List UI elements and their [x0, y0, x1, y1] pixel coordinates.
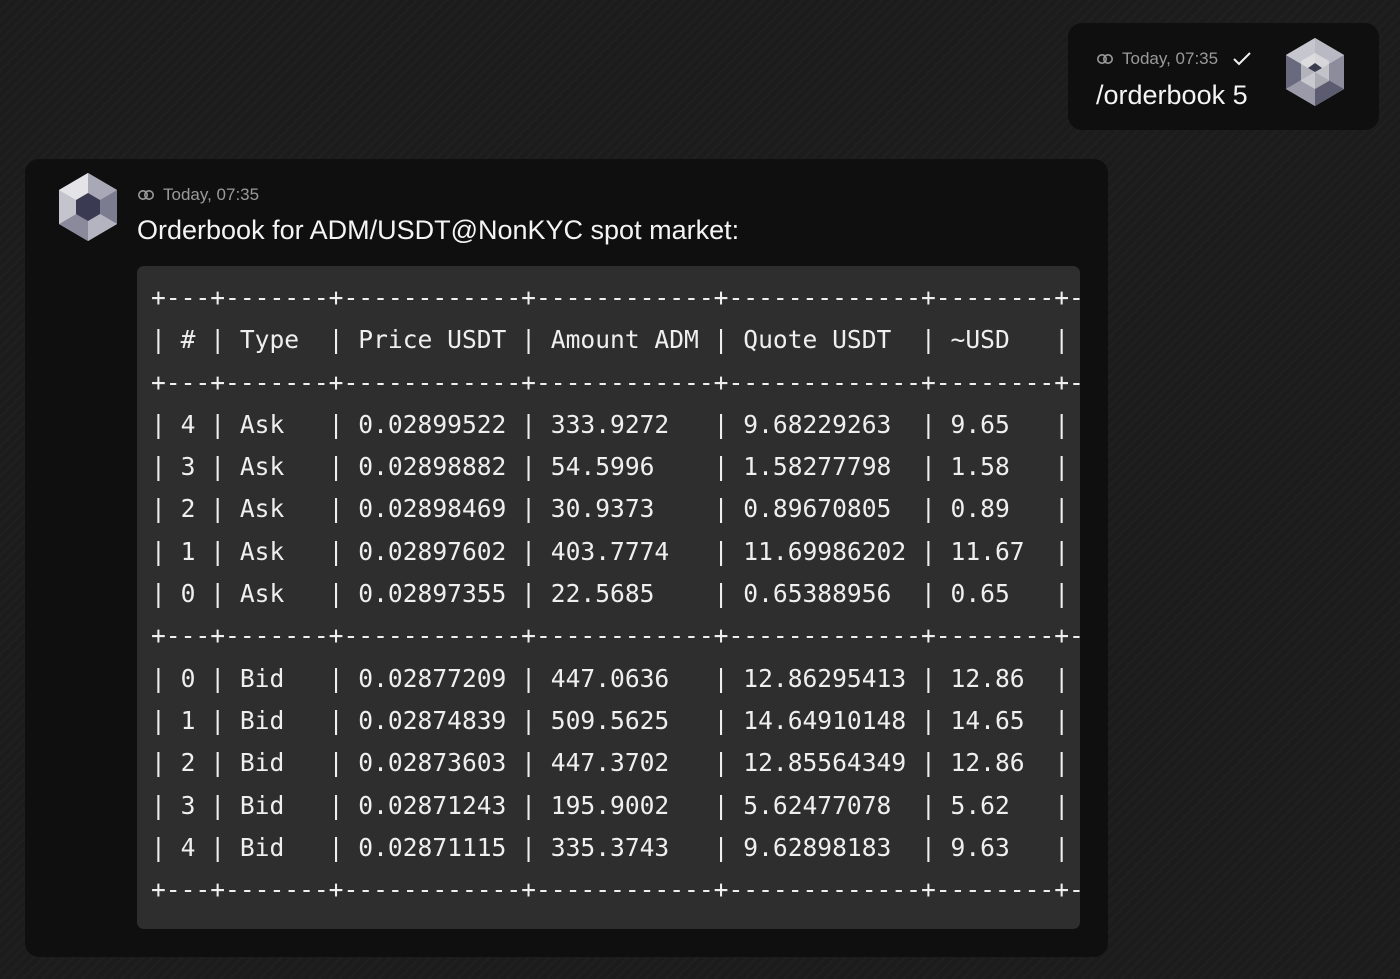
outgoing-message-meta: Today, 07:35 [1096, 49, 1252, 69]
table-separator: +---+-------+------------+------------+-… [151, 283, 1080, 312]
incoming-message-bubble[interactable]: Today, 07:35 Orderbook for ADM/USDT@NonK… [25, 159, 1108, 957]
table-separator: +---+-------+------------+------------+-… [151, 875, 1080, 905]
orderbook-code-block[interactable]: +---+-------+------------+------------+-… [137, 266, 1080, 929]
table-row-bid: | 1 | Bid | 0.02874839 | 509.5625 | 14.6… [151, 705, 1080, 735]
incoming-timestamp: Today, 07:35 [163, 185, 260, 204]
table-row-bid: | 4 | Bid | 0.02871115 | 335.3743 | 9.62… [151, 832, 1080, 862]
table-separator: +---+-------+------------+------------+-… [151, 367, 1080, 397]
table-row-ask: | 1 | Ask | 0.02897602 | 403.7774 | 11.6… [151, 536, 1080, 566]
outgoing-message-bubble[interactable]: Today, 07:35 /orderbook 5 [1068, 23, 1379, 130]
table-row-ask: | 0 | Ask | 0.02897355 | 22.5685 | 0.653… [151, 579, 1080, 609]
table-row-ask: | 2 | Ask | 0.02898469 | 30.9373 | 0.896… [151, 494, 1080, 524]
table-row-ask: | 3 | Ask | 0.02898882 | 54.5996 | 1.582… [151, 452, 1080, 482]
link-icon [138, 190, 154, 200]
table-row-bid: | 2 | Bid | 0.02873603 | 447.3702 | 12.8… [151, 748, 1080, 778]
incoming-message-meta: Today, 07:35 [137, 185, 259, 205]
table-header: | # | Type | Price USDT | Amount ADM | Q… [151, 325, 1080, 355]
table-row-bid: | 3 | Bid | 0.02871243 | 195.9002 | 5.62… [151, 790, 1080, 820]
orderbook-table: +---+-------+------------+------------+-… [151, 277, 1080, 911]
link-icon [1097, 54, 1113, 64]
check-icon [1233, 52, 1251, 66]
outgoing-message-text: /orderbook 5 [1096, 80, 1248, 110]
avatar-hexagon-icon[interactable] [54, 172, 122, 242]
table-row-bid: | 0 | Bid | 0.02877209 | 447.0636 | 12.8… [151, 663, 1080, 693]
table-separator: +---+-------+------------+------------+-… [151, 621, 1080, 651]
outgoing-timestamp: Today, 07:35 [1122, 49, 1219, 68]
table-row-ask: | 4 | Ask | 0.02899522 | 333.9272 | 9.68… [151, 409, 1080, 439]
avatar-hexagon-icon[interactable] [1281, 37, 1349, 107]
incoming-message-text: Orderbook for ADM/USDT@NonKYC spot marke… [137, 215, 740, 245]
